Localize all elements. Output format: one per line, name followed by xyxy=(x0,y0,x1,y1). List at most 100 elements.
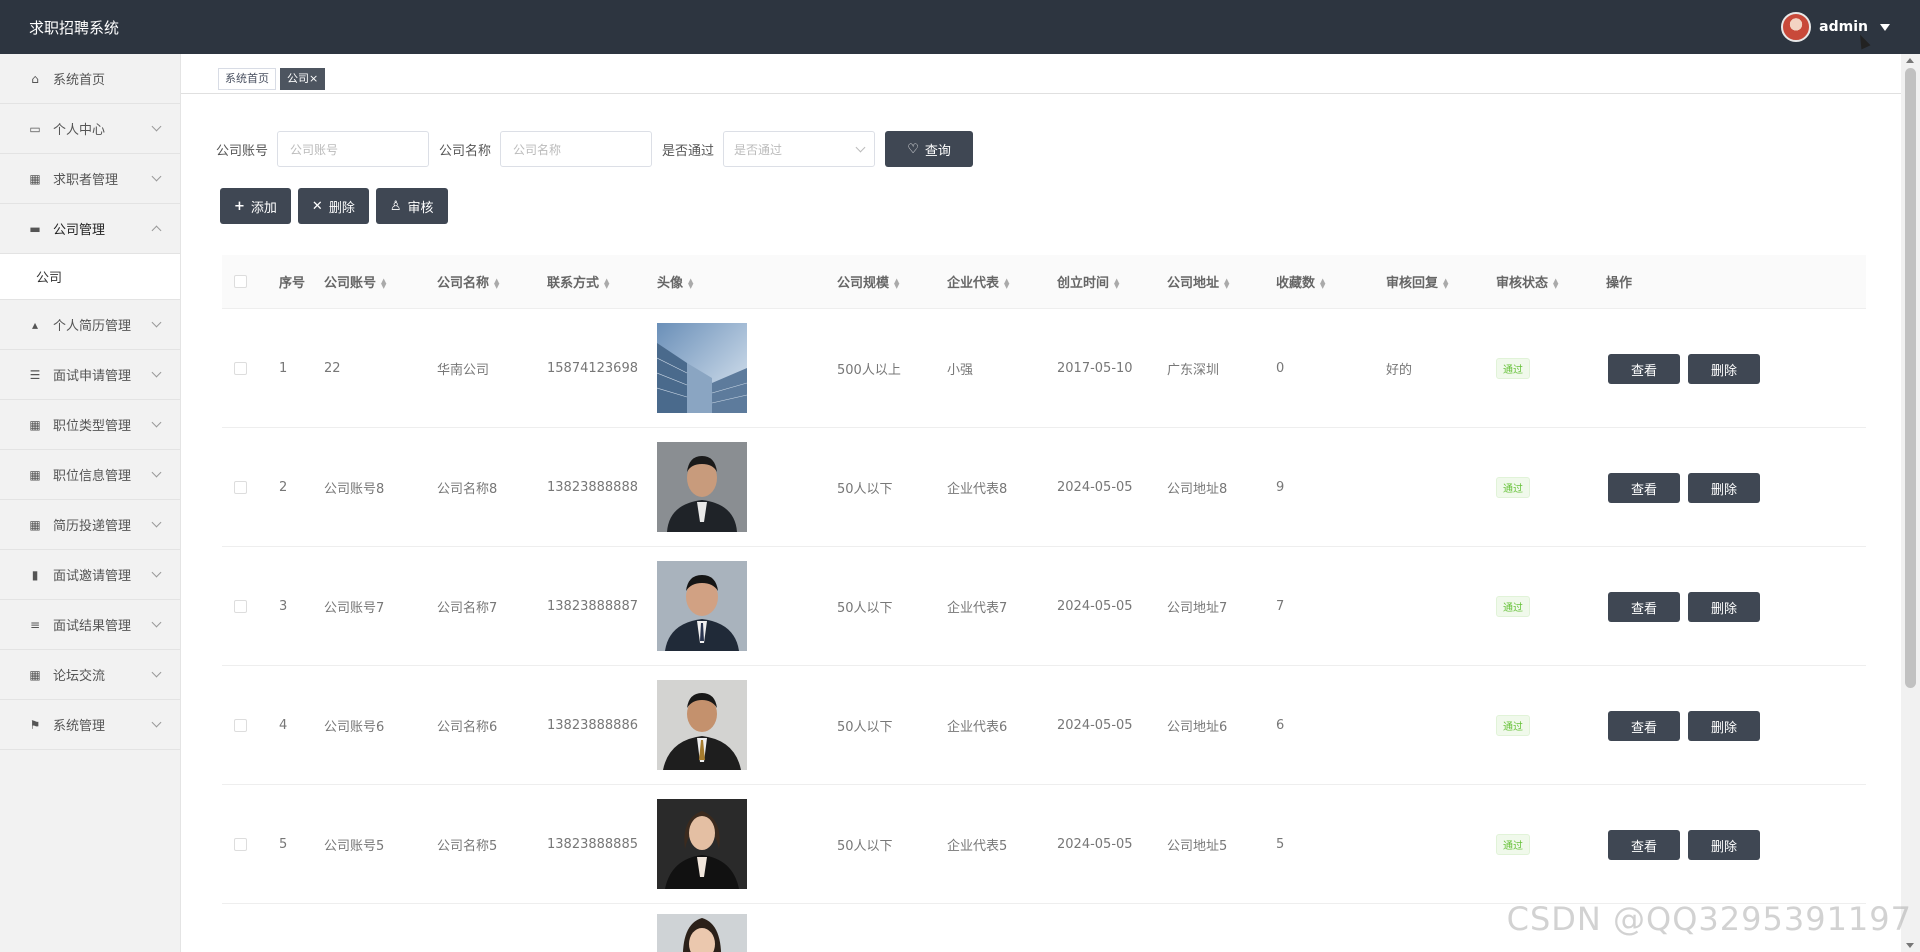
delete-button[interactable]: 删除 xyxy=(1688,592,1760,622)
sidebar-item-resume[interactable]: ▴ 个人简历管理 xyxy=(0,300,180,350)
col-scale[interactable]: 公司规模 ▲ ▼ xyxy=(837,272,901,291)
row-favorites: 7 xyxy=(1276,598,1285,614)
sidebar-item-system[interactable]: ⚑ 系统管理 xyxy=(0,700,180,750)
sidebar-item-forum[interactable]: ▦ 论坛交流 xyxy=(0,650,180,700)
person-image xyxy=(657,799,747,889)
sidebar-item-job-type[interactable]: ▦ 职位类型管理 xyxy=(0,400,180,450)
delete-button[interactable]: 删除 xyxy=(1688,830,1760,860)
sidebar-item-home[interactable]: ⌂ 系统首页 xyxy=(0,54,180,104)
row-index: 3 xyxy=(279,598,288,614)
tag-company[interactable]: 公司× xyxy=(280,68,326,90)
account-input[interactable]: 公司账号 xyxy=(277,131,430,167)
row-checkbox[interactable] xyxy=(234,599,247,613)
sidebar-item-resume-delivery[interactable]: ▦ 简历投递管理 xyxy=(0,500,180,550)
row-contact: 13823888886 xyxy=(547,717,638,733)
view-button[interactable]: 查看 xyxy=(1608,830,1680,860)
col-founded[interactable]: 创立时间 ▲ ▼ xyxy=(1057,272,1121,291)
col-contact[interactable]: 联系方式 ▲ ▼ xyxy=(547,272,611,291)
sidebar-item-company[interactable]: ▬ 公司管理 xyxy=(0,204,180,254)
flag-icon: ⚑ xyxy=(29,717,41,732)
row-avatar[interactable] xyxy=(657,914,747,952)
sort-icon: ▲ ▼ xyxy=(894,276,900,290)
row-name: 公司名称7 xyxy=(437,600,498,616)
row-contact: 13823888888 xyxy=(547,479,638,495)
sort-icon: ▲ ▼ xyxy=(1114,276,1120,290)
col-rep[interactable]: 企业代表 ▲ ▼ xyxy=(947,272,1011,291)
row-account: 22 xyxy=(324,360,341,376)
user-name[interactable]: admin xyxy=(1819,19,1868,35)
row-checkbox[interactable] xyxy=(234,718,247,732)
sidebar-item-label: 论坛交流 xyxy=(53,669,106,684)
add-button[interactable]: + 添加 xyxy=(220,188,291,224)
sort-icon: ▲ ▼ xyxy=(1320,276,1326,290)
batch-delete-button[interactable]: ✕ 删除 xyxy=(297,188,369,224)
caret-down-icon[interactable] xyxy=(1880,23,1890,31)
select-all-checkbox[interactable] xyxy=(234,275,247,288)
view-button[interactable]: 查看 xyxy=(1608,473,1680,503)
sidebar-item-label: 系统管理 xyxy=(53,719,106,734)
row-name: 公司名称5 xyxy=(437,838,498,854)
list-icon: ☰ xyxy=(29,367,41,382)
tag-home[interactable]: 系统首页 xyxy=(218,68,276,90)
col-avatar[interactable]: 头像 ▲ ▼ xyxy=(657,272,695,291)
view-button[interactable]: 查看 xyxy=(1608,354,1680,384)
row-avatar[interactable] xyxy=(657,561,747,651)
row-founded: 2024-05-05 xyxy=(1057,479,1133,495)
row-avatar[interactable] xyxy=(657,680,747,770)
scroll-up-icon[interactable] xyxy=(1906,58,1914,63)
table-row: 1 22 华南公司 15874123698 500人以上 小强 2017-05-… xyxy=(222,309,1866,428)
sort-icon: ▲ ▼ xyxy=(1443,276,1449,290)
row-avatar[interactable] xyxy=(657,442,747,532)
col-favorites[interactable]: 收藏数 ▲ ▼ xyxy=(1276,272,1327,291)
row-favorites: 5 xyxy=(1276,836,1285,852)
row-checkbox[interactable] xyxy=(234,361,247,375)
plus-icon: + xyxy=(234,198,245,214)
grid-icon: ▦ xyxy=(29,467,41,482)
sidebar-item-jobseekers[interactable]: ▦ 求职者管理 xyxy=(0,154,180,204)
scroll-down-icon[interactable] xyxy=(1906,943,1914,948)
row-checkbox[interactable] xyxy=(234,480,247,494)
add-button-label: 添加 xyxy=(250,200,277,216)
thumb-icon: ▴ xyxy=(31,317,39,332)
delete-button[interactable]: 删除 xyxy=(1688,354,1760,384)
col-account[interactable]: 公司账号 ▲ ▼ xyxy=(324,272,388,291)
pass-select[interactable]: 是否通过 xyxy=(723,131,876,167)
sidebar-item-job-info[interactable]: ▦ 职位信息管理 xyxy=(0,450,180,500)
sidebar-item-label: 面试结果管理 xyxy=(53,619,132,634)
sidebar-item-interview-result[interactable]: ≡ 面试结果管理 xyxy=(0,600,180,650)
row-account: 公司账号8 xyxy=(324,481,385,497)
sidebar-item-interview-apply[interactable]: ☰ 面试申请管理 xyxy=(0,350,180,400)
watermark: CSDN @QQ3295391197 xyxy=(1506,900,1912,938)
col-status[interactable]: 审核状态 ▲ ▼ xyxy=(1496,272,1560,291)
delete-button[interactable]: 删除 xyxy=(1688,473,1760,503)
row-avatar[interactable] xyxy=(657,799,747,889)
row-checkbox[interactable] xyxy=(234,837,247,851)
status-badge: 通过 xyxy=(1496,595,1530,617)
close-icon: ✕ xyxy=(311,198,323,214)
view-button[interactable]: 查看 xyxy=(1608,592,1680,622)
chevron-down-icon xyxy=(151,667,162,678)
sidebar-item-label: 系统首页 xyxy=(53,73,106,88)
col-reply[interactable]: 审核回复 ▲ ▼ xyxy=(1386,272,1450,291)
page-scrollbar[interactable] xyxy=(1901,54,1920,952)
col-address[interactable]: 公司地址 ▲ ▼ xyxy=(1167,272,1231,291)
row-index: 1 xyxy=(279,360,288,376)
user-menu[interactable]: admin xyxy=(1781,12,1890,42)
name-input[interactable]: 公司名称 xyxy=(500,131,653,167)
query-button-label: 查询 xyxy=(924,143,951,159)
user-avatar[interactable] xyxy=(1781,12,1812,42)
col-ops: 操作 xyxy=(1606,276,1633,291)
row-avatar[interactable] xyxy=(657,323,747,413)
delete-button[interactable]: 删除 xyxy=(1688,711,1760,741)
row-account: 公司账号5 xyxy=(324,838,385,854)
view-button[interactable]: 查看 xyxy=(1608,711,1680,741)
query-button[interactable]: ♡ 查询 xyxy=(885,131,974,167)
row-contact: 15874123698 xyxy=(547,360,638,376)
sidebar-subitem-company[interactable]: 公司 xyxy=(0,254,180,300)
col-name[interactable]: 公司名称 ▲ ▼ xyxy=(437,272,501,291)
review-button[interactable]: ♙ 审核 xyxy=(375,188,448,224)
sidebar-item-personal-center[interactable]: ▭ 个人中心 xyxy=(0,104,180,154)
sliders-icon: ≡ xyxy=(29,617,41,632)
scrollbar-thumb[interactable] xyxy=(1905,68,1916,688)
sidebar-item-interview-invite[interactable]: ▮ 面试邀请管理 xyxy=(0,550,180,600)
